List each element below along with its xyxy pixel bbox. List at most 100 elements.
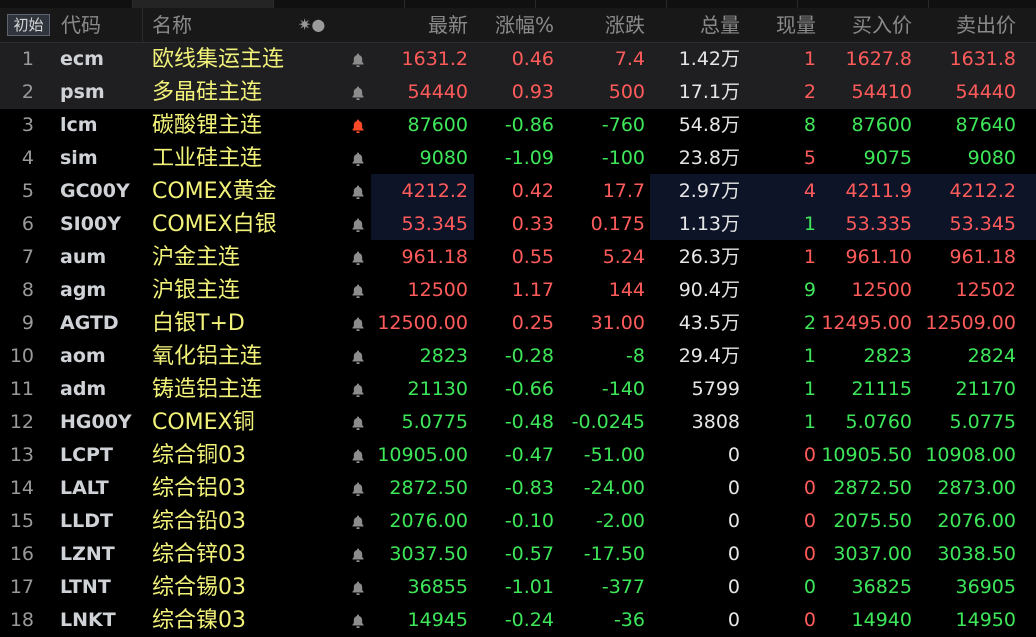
alert-bell-icon[interactable] xyxy=(351,316,367,332)
tab[interactable] xyxy=(536,0,667,8)
table-row[interactable]: 5 GC00Y COMEX黄金 4212.2 0.42 17.7 2.97万 4 4211.9 4… xyxy=(0,175,1036,208)
table-row[interactable]: 12 HG00Y COMEX铜 5.0775 -0.48 -0.0245 3808 1 5.07… xyxy=(0,406,1036,439)
contract-name[interactable]: 沪银主连 xyxy=(152,274,240,307)
change-amount: 7.4 xyxy=(614,48,645,70)
contract-code[interactable]: SI00Y xyxy=(60,208,121,241)
alert-bell-icon[interactable] xyxy=(351,448,367,464)
table-row[interactable]: 17 LTNT 综合锡03 36855 -1.01 -377 0 0 36825 36905 xyxy=(0,571,1036,604)
contract-name[interactable]: 多晶硅主连 xyxy=(152,76,262,109)
alert-bell-icon[interactable] xyxy=(351,184,367,200)
alert-bell-active-icon[interactable] xyxy=(351,118,367,134)
ask-price: 53.345 xyxy=(949,213,1016,235)
tab[interactable] xyxy=(929,0,1036,8)
contract-name[interactable]: 综合铝03 xyxy=(152,472,246,505)
contract-name[interactable]: 综合铅03 xyxy=(152,505,246,538)
contract-code[interactable]: GC00Y xyxy=(60,175,130,208)
contract-name[interactable]: COMEX白银 xyxy=(152,208,277,241)
contract-code[interactable]: LCPT xyxy=(60,439,113,472)
contract-name[interactable]: 工业硅主连 xyxy=(152,142,262,175)
contract-name[interactable]: 综合镍03 xyxy=(152,604,246,637)
alert-bell-icon[interactable] xyxy=(351,283,367,299)
alert-bell-icon[interactable] xyxy=(351,481,367,497)
alert-bell-icon[interactable] xyxy=(351,349,367,365)
alert-bell-icon[interactable] xyxy=(351,547,367,563)
table-row[interactable]: 15 LLDT 综合铅03 2076.00 -0.10 -2.00 0 0 2075.50 207… xyxy=(0,505,1036,538)
contract-code[interactable]: lcm xyxy=(60,109,98,142)
alert-bell-icon[interactable] xyxy=(351,52,367,68)
top-tab-strip[interactable] xyxy=(0,0,1036,8)
contract-code[interactable]: agm xyxy=(60,274,106,307)
contract-name[interactable]: COMEX铜 xyxy=(152,406,255,439)
contract-code[interactable]: LTNT xyxy=(60,571,111,604)
table-row[interactable]: 2 psm 多晶硅主连 54440 0.93 500 17.1万 2 54410 54440 xyxy=(0,76,1036,109)
tab[interactable] xyxy=(405,0,536,8)
alert-bell-icon[interactable] xyxy=(351,151,367,167)
current-volume: 1 xyxy=(803,48,816,70)
table-row[interactable]: 13 LCPT 综合铜03 10905.00 -0.47 -51.00 0 0 10905.50… xyxy=(0,439,1036,472)
contract-code[interactable]: aom xyxy=(60,340,106,373)
contract-code[interactable]: HG00Y xyxy=(60,406,132,439)
bid-price: 2075.50 xyxy=(833,510,912,532)
table-row[interactable]: 14 LALT 综合铝03 2872.50 -0.83 -24.00 0 0 2872.50 28… xyxy=(0,472,1036,505)
contract-code[interactable]: sim xyxy=(60,142,98,175)
change-amount: -760 xyxy=(601,114,645,136)
sort-marker-icon[interactable]: ✷● xyxy=(298,8,325,42)
alert-bell-icon[interactable] xyxy=(351,580,367,596)
contract-code[interactable]: LNKT xyxy=(60,604,116,637)
table-row[interactable]: 11 adm 铸造铝主连 21130 -0.66 -140 5799 1 21115 21170 xyxy=(0,373,1036,406)
contract-code[interactable]: LALT xyxy=(60,472,109,505)
contract-code[interactable]: aum xyxy=(60,241,106,274)
contract-name[interactable]: 铸造铝主连 xyxy=(152,373,262,406)
tab[interactable] xyxy=(667,0,798,8)
ask-price: 10908.00 xyxy=(925,444,1016,466)
header-cur[interactable]: 现量 xyxy=(776,8,816,42)
contract-name[interactable]: 白银T+D xyxy=(152,307,245,340)
tab[interactable] xyxy=(0,0,133,8)
contract-code[interactable]: AGTD xyxy=(60,307,119,340)
contract-name[interactable]: 综合锡03 xyxy=(152,571,246,604)
table-row[interactable]: 6 SI00Y COMEX白银 53.345 0.33 0.175 1.13万 1 53.335… xyxy=(0,208,1036,241)
table-row[interactable]: 7 aum 沪金主连 961.18 0.55 5.24 26.3万 1 961.10 961.18 xyxy=(0,241,1036,274)
table-row[interactable]: 16 LZNT 综合锌03 3037.50 -0.57 -17.50 0 0 3037.00 30… xyxy=(0,538,1036,571)
contract-name[interactable]: 欧线集运主连 xyxy=(152,43,284,76)
alert-bell-icon[interactable] xyxy=(351,85,367,101)
contract-name[interactable]: 沪金主连 xyxy=(152,241,240,274)
header-bid[interactable]: 买入价 xyxy=(852,8,912,42)
ask-price: 4212.2 xyxy=(949,180,1016,202)
tab[interactable] xyxy=(274,0,405,8)
alert-bell-icon[interactable] xyxy=(351,250,367,266)
ask-price: 2824 xyxy=(967,345,1016,367)
table-row[interactable]: 18 LNKT 综合镍03 14945 -0.24 -36 0 0 14940 14950 xyxy=(0,604,1036,637)
header-price[interactable]: 最新 xyxy=(428,8,468,42)
tab[interactable] xyxy=(798,0,929,8)
contract-code[interactable]: LLDT xyxy=(60,505,113,538)
init-button[interactable]: 初始 xyxy=(7,14,50,36)
table-row[interactable]: 10 aom 氧化铝主连 2823 -0.28 -8 29.4万 1 2823 2824 xyxy=(0,340,1036,373)
contract-name[interactable]: 综合锌03 xyxy=(152,538,246,571)
contract-name[interactable]: COMEX黄金 xyxy=(152,175,277,208)
table-row[interactable]: 1 ecm 欧线集运主连 1631.2 0.46 7.4 1.42万 1 1627.8 1631.… xyxy=(0,43,1036,76)
alert-bell-icon[interactable] xyxy=(351,613,367,629)
table-row[interactable]: 4 sim 工业硅主连 9080 -1.09 -100 23.8万 5 9075 9080 xyxy=(0,142,1036,175)
header-name[interactable]: 名称 xyxy=(152,8,192,42)
contract-name[interactable]: 综合铜03 xyxy=(152,439,246,472)
contract-code[interactable]: ecm xyxy=(60,43,104,76)
header-pct[interactable]: 涨幅% xyxy=(495,8,554,42)
contract-code[interactable]: LZNT xyxy=(60,538,115,571)
table-row[interactable]: 8 agm 沪银主连 12500 1.17 144 90.4万 9 12500 12502 xyxy=(0,274,1036,307)
tab-active[interactable] xyxy=(133,0,274,8)
contract-name[interactable]: 碳酸锂主连 xyxy=(152,109,262,142)
contract-code[interactable]: adm xyxy=(60,373,106,406)
header-ask[interactable]: 卖出价 xyxy=(956,8,1016,42)
contract-name[interactable]: 氧化铝主连 xyxy=(152,340,262,373)
alert-bell-icon[interactable] xyxy=(351,514,367,530)
header-vol[interactable]: 总量 xyxy=(700,8,740,42)
table-row[interactable]: 3 lcm 碳酸锂主连 87600 -0.86 -760 54.8万 8 87600 87640 xyxy=(0,109,1036,142)
alert-bell-icon[interactable] xyxy=(351,415,367,431)
table-row[interactable]: 9 AGTD 白银T+D 12500.00 0.25 31.00 43.5万 2 12495.0… xyxy=(0,307,1036,340)
header-code[interactable]: 代码 xyxy=(61,8,101,42)
alert-bell-icon[interactable] xyxy=(351,217,367,233)
alert-bell-icon[interactable] xyxy=(351,382,367,398)
header-chg[interactable]: 涨跌 xyxy=(605,8,645,42)
contract-code[interactable]: psm xyxy=(60,76,105,109)
